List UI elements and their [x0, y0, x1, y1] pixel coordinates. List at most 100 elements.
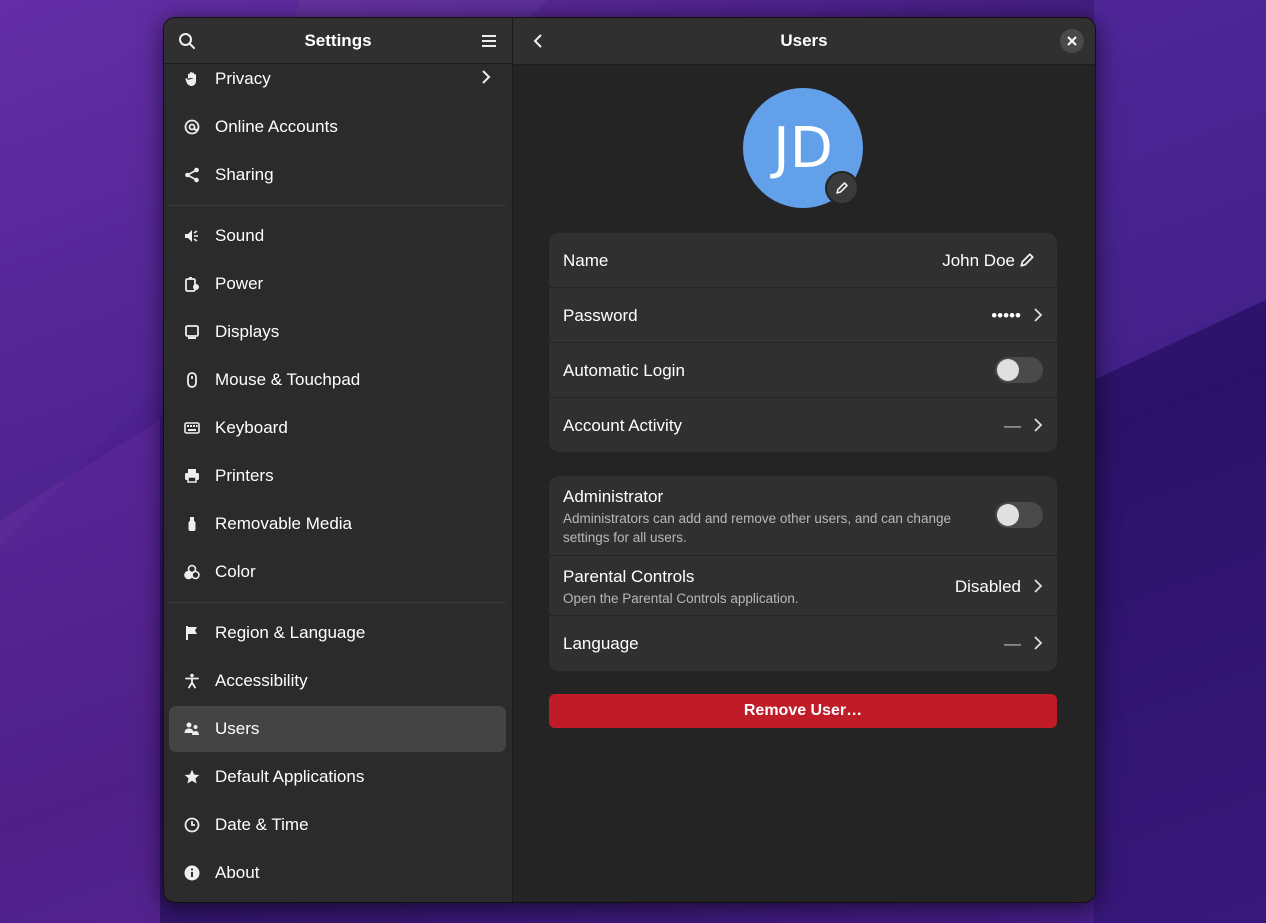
sidebar-item-default-applications[interactable]: Default Applications: [169, 754, 506, 800]
sidebar-item-label: Color: [215, 562, 256, 581]
search-button[interactable]: [174, 28, 200, 54]
sidebar-item-label: Mouse & Touchpad: [215, 370, 361, 389]
account-activity-row[interactable]: Account Activity —: [549, 398, 1057, 452]
sidebar-item-removable-media[interactable]: Removable Media: [169, 501, 506, 547]
sidebar-item-label: Date & Time: [215, 815, 309, 834]
automatic-login-switch[interactable]: [995, 357, 1043, 383]
sidebar-item-label: Power: [215, 274, 264, 293]
sidebar-header: Settings: [164, 18, 512, 64]
name-row[interactable]: Name John Doe: [549, 233, 1057, 288]
search-icon: [179, 32, 195, 49]
language-value: —: [1004, 634, 1021, 653]
color-icon: [183, 563, 201, 581]
sidebar-item-sharing[interactable]: Sharing: [169, 152, 506, 198]
close-icon: [1067, 36, 1077, 46]
printer-icon: [183, 467, 201, 485]
switch-knob: [997, 504, 1019, 526]
chevron-right-icon: [482, 70, 491, 84]
pencil-icon: [836, 182, 848, 194]
sidebar-list: Privacy Online Accounts Sharing Sound Po…: [164, 64, 512, 902]
sidebar-item-about[interactable]: About: [169, 850, 506, 896]
at-icon: [183, 118, 201, 136]
administrator-label: Administrator: [563, 487, 664, 506]
parental-controls-value: Disabled: [954, 577, 1021, 596]
sidebar-item-color[interactable]: Color: [169, 549, 506, 595]
clock-icon: [183, 816, 201, 834]
flag-icon: [183, 624, 201, 642]
display-icon: [183, 323, 201, 341]
sidebar-item-label: Sound: [215, 226, 265, 245]
administrator-row: Administrator Administrators can add and…: [549, 476, 1057, 556]
sidebar-item-label: Accessibility: [215, 671, 308, 690]
parental-controls-label: Parental Controls: [563, 567, 695, 586]
account-activity-value: —: [1004, 416, 1021, 435]
sidebar-item-label: Users: [215, 719, 260, 738]
sidebar: Settings Privacy Online Accounts Sharing: [164, 18, 513, 902]
chevron-right-icon: [1034, 418, 1043, 432]
sidebar-item-power[interactable]: Power: [169, 261, 506, 307]
account-card: Name John Doe Password ••••• Automatic L…: [549, 233, 1057, 452]
chevron-right-icon: [1034, 579, 1043, 593]
sidebar-item-accessibility[interactable]: Accessibility: [169, 658, 506, 704]
sidebar-item-users[interactable]: Users: [169, 706, 506, 752]
sidebar-item-region-language[interactable]: Region & Language: [169, 610, 506, 656]
password-label: Password: [563, 306, 638, 325]
sidebar-item-label: Keyboard: [215, 418, 288, 437]
content-panel: Users JD Name John Doe Password ••••• Au…: [513, 18, 1095, 902]
speaker-icon: [183, 227, 201, 245]
sidebar-divider: [169, 602, 506, 603]
keyboard-icon: [183, 419, 201, 437]
name-label: Name: [563, 251, 609, 270]
automatic-login-label: Automatic Login: [563, 361, 685, 380]
parental-controls-description: Open the Parental Controls application.: [563, 591, 799, 606]
sidebar-item-label: Region & Language: [215, 623, 366, 642]
menu-button[interactable]: [476, 28, 502, 54]
sidebar-item-label: Online Accounts: [215, 117, 338, 136]
sidebar-divider: [169, 205, 506, 206]
sidebar-item-privacy[interactable]: Privacy: [169, 64, 506, 102]
info-icon: [183, 864, 201, 882]
sidebar-item-date-time[interactable]: Date & Time: [169, 802, 506, 848]
sidebar-item-printers[interactable]: Printers: [169, 453, 506, 499]
sidebar-item-mouse-touchpad[interactable]: Mouse & Touchpad: [169, 357, 506, 403]
switch-knob: [997, 359, 1019, 381]
users-icon: [183, 720, 201, 738]
mouse-icon: [183, 371, 201, 389]
share-icon: [183, 166, 201, 184]
settings-window: Settings Privacy Online Accounts Sharing: [163, 17, 1096, 903]
sidebar-item-label: Removable Media: [215, 514, 353, 533]
sidebar-item-label: Default Applications: [215, 767, 365, 786]
sidebar-item-sound[interactable]: Sound: [169, 213, 506, 259]
close-button[interactable]: [1060, 29, 1084, 53]
star-icon: [183, 768, 201, 786]
sidebar-item-label: Privacy: [215, 69, 271, 88]
automatic-login-row: Automatic Login: [549, 343, 1057, 398]
hamburger-icon: [482, 34, 496, 47]
power-icon: [183, 275, 201, 293]
language-label: Language: [563, 634, 639, 653]
hand-icon: [183, 70, 201, 88]
sidebar-item-label: Printers: [215, 466, 274, 485]
administrator-switch[interactable]: [995, 502, 1043, 528]
sidebar-item-label: About: [215, 863, 260, 882]
password-value: •••••: [991, 306, 1021, 325]
password-row[interactable]: Password •••••: [549, 288, 1057, 343]
account-activity-label: Account Activity: [563, 416, 683, 435]
parental-controls-row[interactable]: Parental Controls Open the Parental Cont…: [549, 556, 1057, 616]
chevron-right-icon: [1034, 308, 1043, 322]
remove-user-button[interactable]: Remove User…: [549, 694, 1057, 728]
sidebar-item-displays[interactable]: Displays: [169, 309, 506, 355]
chevron-right-icon: [1034, 636, 1043, 650]
administrator-description: Administrators can add and remove other …: [563, 511, 951, 545]
name-value: John Doe: [942, 251, 1015, 270]
avatar-edit-button[interactable]: [825, 171, 859, 205]
sidebar-title: Settings: [304, 30, 372, 50]
sidebar-item-label: Displays: [215, 322, 280, 341]
pencil-icon[interactable]: [1019, 252, 1035, 268]
sidebar-item-label: Sharing: [215, 165, 274, 184]
sidebar-item-online-accounts[interactable]: Online Accounts: [169, 104, 506, 150]
sidebar-item-keyboard[interactable]: Keyboard: [169, 405, 506, 451]
page-title: Users: [780, 31, 828, 50]
language-row[interactable]: Language —: [549, 616, 1057, 671]
content-header: Users: [513, 18, 1095, 65]
